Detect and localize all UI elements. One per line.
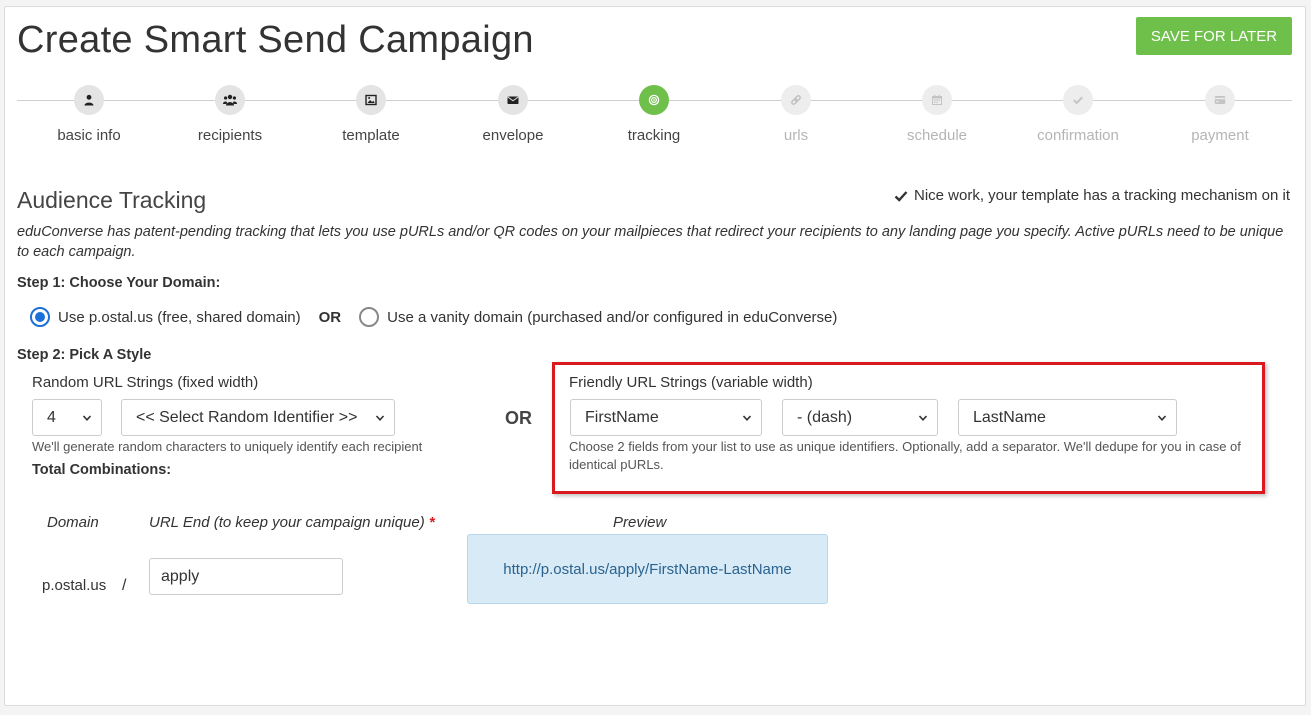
or-label: OR — [318, 308, 342, 326]
step-label: tracking — [627, 127, 681, 144]
url-end-column-header: URL End (to keep your campaign unique) * — [149, 514, 435, 531]
save-for-later-button[interactable]: SAVE FOR LATER — [1136, 17, 1292, 55]
random-length-select[interactable]: 4 — [32, 399, 102, 436]
user-icon — [74, 85, 104, 115]
credit-card-icon — [1205, 85, 1235, 115]
image-icon — [356, 85, 386, 115]
select-value: FirstName — [585, 408, 659, 426]
radio-shared-domain[interactable] — [30, 307, 50, 327]
step-label: recipients — [197, 127, 263, 144]
chevron-down-icon — [918, 415, 928, 421]
chevron-down-icon — [82, 415, 92, 421]
domain-column-header: Domain — [47, 514, 99, 531]
friendly-field1-select[interactable]: FirstName — [570, 399, 762, 436]
step-label: confirmation — [1037, 127, 1119, 144]
main-panel: Create Smart Send Campaign SAVE FOR LATE… — [4, 6, 1306, 706]
step-label: template — [342, 127, 400, 144]
step-label: urls — [783, 127, 809, 144]
friendly-separator-select[interactable]: - (dash) — [782, 399, 938, 436]
shared-domain-label[interactable]: Use p.ostal.us (free, shared domain) — [58, 309, 301, 326]
step-label: schedule — [906, 127, 968, 144]
step-label: payment — [1191, 127, 1249, 144]
envelope-icon — [498, 85, 528, 115]
intro-text: eduConverse has patent-pending tracking … — [17, 224, 1284, 260]
step-label: basic info — [57, 127, 121, 144]
style-or-label: OR — [505, 408, 532, 428]
url-end-input[interactable] — [149, 558, 343, 595]
notice-text: Nice work, your template has a tracking … — [914, 187, 1290, 204]
step-label: envelope — [482, 127, 544, 144]
target-icon — [639, 85, 669, 115]
step-envelope[interactable]: envelope — [443, 85, 583, 144]
users-icon — [215, 85, 245, 115]
page-title: Create Smart Send Campaign — [17, 19, 534, 61]
step-urls[interactable]: urls — [726, 85, 866, 144]
calendar-icon — [922, 85, 952, 115]
domain-choice: Use p.ostal.us (free, shared domain) OR … — [30, 307, 837, 327]
step-confirmation[interactable]: confirmation — [1008, 85, 1148, 144]
friendly-help-text: Choose 2 fields from your list to use as… — [569, 439, 1241, 472]
check-icon — [1063, 85, 1093, 115]
step-schedule[interactable]: schedule — [867, 85, 1007, 144]
vanity-domain-label[interactable]: Use a vanity domain (purchased and/or co… — [387, 309, 837, 326]
friendly-field2-select[interactable]: LastName — [958, 399, 1177, 436]
random-url-label: Random URL Strings (fixed width) — [32, 374, 259, 391]
step-basic-info[interactable]: basic info — [19, 85, 159, 144]
select-value: - (dash) — [797, 408, 853, 426]
preview-column-header: Preview — [613, 514, 667, 531]
select-value: 4 — [47, 408, 56, 426]
total-combinations-label: Total Combinations: — [32, 462, 172, 478]
step1-heading: Step 1: Choose Your Domain: — [17, 275, 221, 291]
chevron-down-icon — [742, 415, 752, 421]
step-tracking[interactable]: tracking — [584, 85, 724, 144]
step2-heading: Step 2: Pick A Style — [17, 347, 152, 363]
select-value: LastName — [973, 408, 1046, 426]
url-slash: / — [122, 577, 127, 594]
random-identifier-select[interactable]: << Select Random Identifier >> — [121, 399, 395, 436]
select-value: << Select Random Identifier >> — [136, 408, 358, 426]
step-recipients[interactable]: recipients — [160, 85, 300, 144]
chevron-down-icon — [375, 415, 385, 421]
preview-url: http://p.ostal.us/apply/FirstName-LastNa… — [503, 560, 792, 578]
friendly-url-label: Friendly URL Strings (variable width) — [569, 374, 813, 391]
required-mark: * — [428, 514, 435, 531]
random-help-text: We'll generate random characters to uniq… — [32, 439, 423, 454]
chevron-down-icon — [1157, 415, 1167, 421]
tracking-notice: Nice work, your template has a tracking … — [894, 187, 1290, 204]
step-payment[interactable]: payment — [1150, 85, 1290, 144]
domain-value: p.ostal.us — [42, 577, 107, 594]
step-template[interactable]: template — [301, 85, 441, 144]
section-title: Audience Tracking — [17, 187, 207, 213]
link-icon — [781, 85, 811, 115]
url-end-header-text: URL End (to keep your campaign unique) — [149, 514, 425, 531]
url-preview: http://p.ostal.us/apply/FirstName-LastNa… — [467, 534, 828, 604]
checkmark-icon — [894, 190, 908, 202]
radio-vanity-domain[interactable] — [359, 307, 380, 327]
